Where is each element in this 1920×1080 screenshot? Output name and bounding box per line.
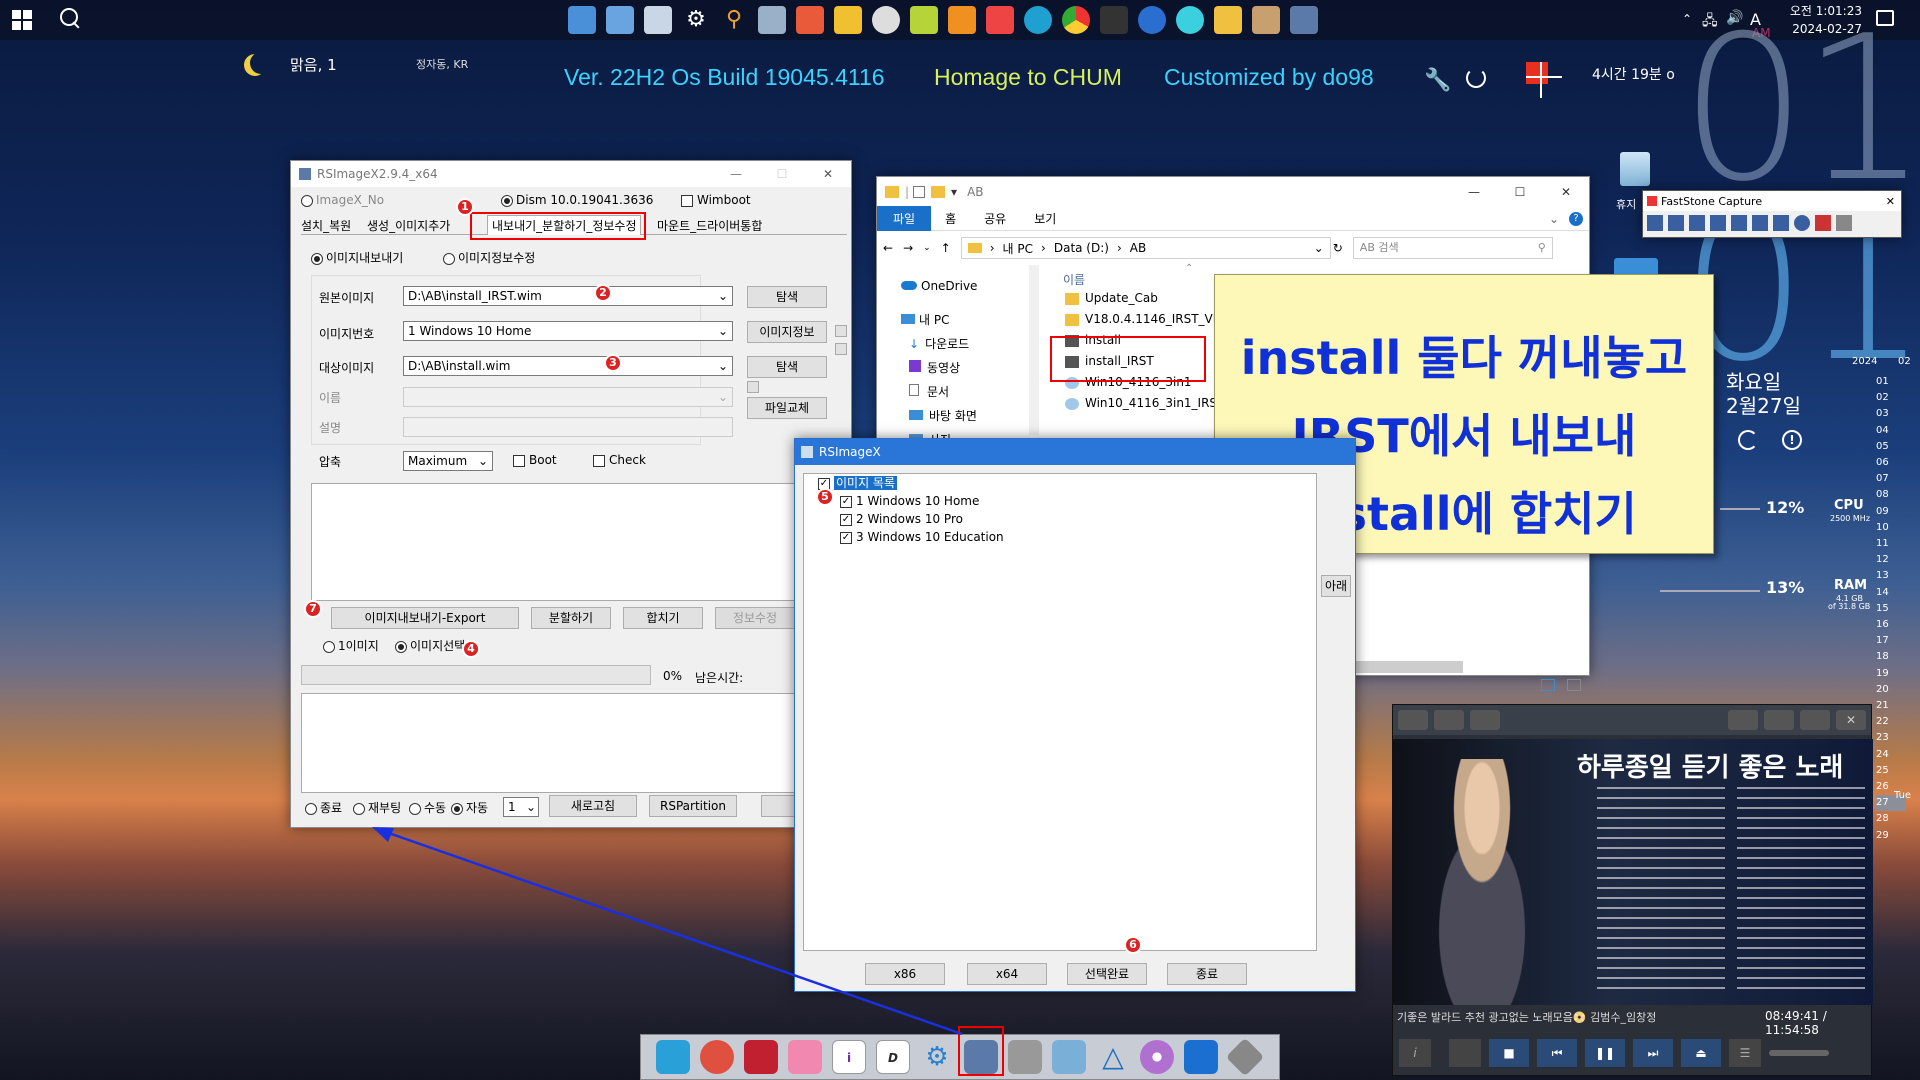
blue-arrow-line bbox=[379, 828, 963, 1036]
blue-arrow bbox=[372, 827, 963, 1036]
blue-arrow-head bbox=[372, 827, 394, 842]
